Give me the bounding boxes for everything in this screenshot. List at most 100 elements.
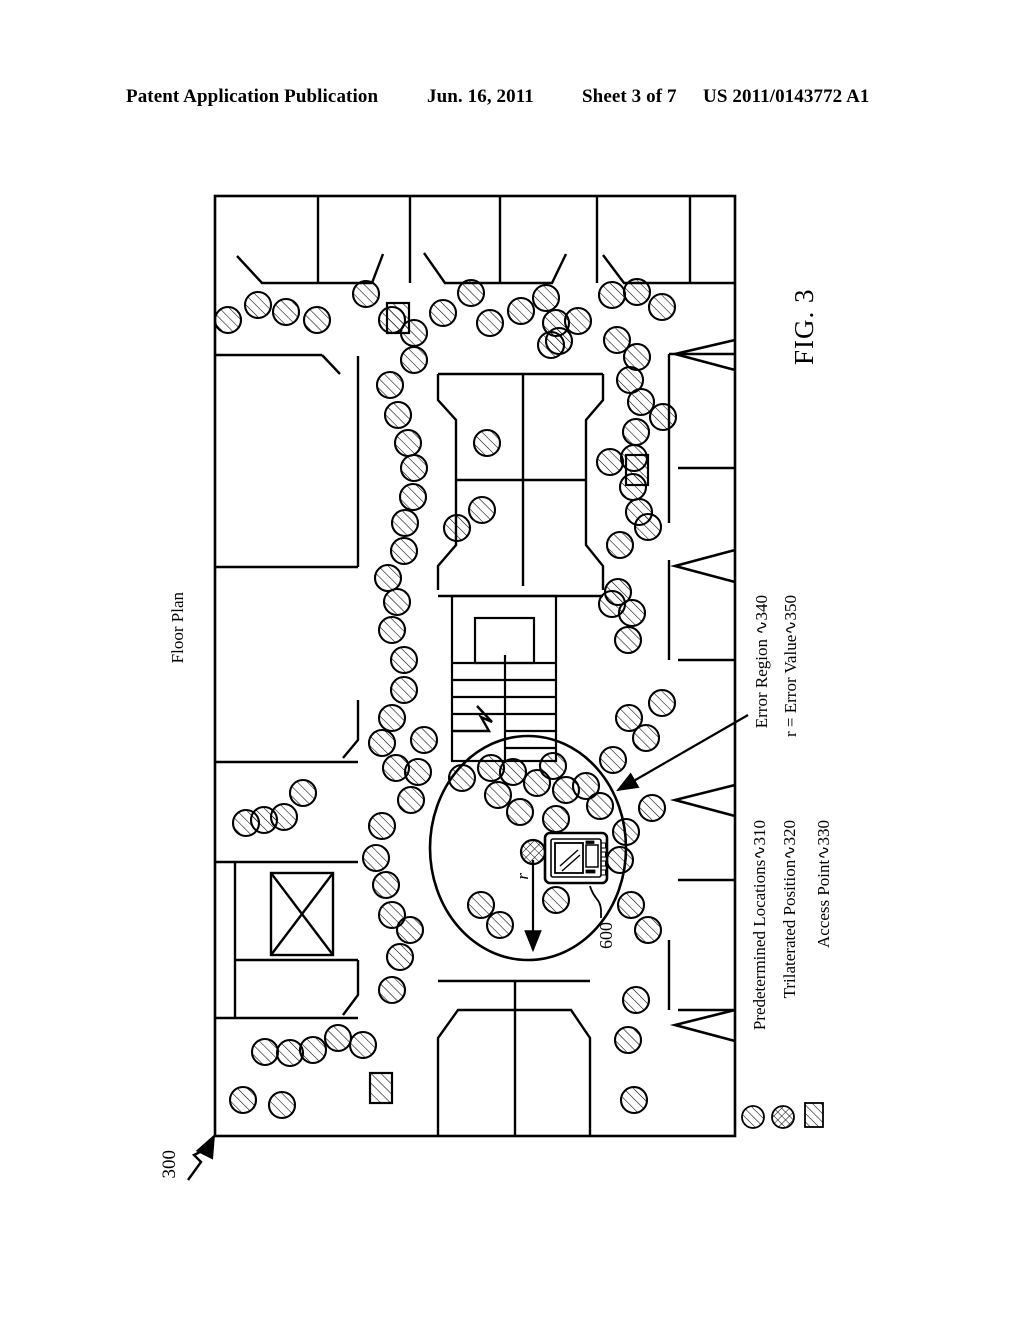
legend-label-trilaterated-position: Trilaterated Position∿320 — [780, 820, 799, 999]
predetermined-location-marker — [393, 428, 423, 458]
predetermined-location-marker — [399, 453, 429, 483]
predetermined-location-marker — [506, 296, 536, 326]
predetermined-location-marker — [409, 725, 439, 755]
device-reference-600: 600 — [596, 922, 616, 949]
floor-plan-label: Floor Plan — [168, 592, 187, 664]
predetermined-location-marker — [541, 804, 571, 834]
access-point-marker — [368, 1071, 394, 1105]
predetermined-location-marker — [398, 482, 428, 512]
trilaterated-position-marker — [519, 838, 547, 866]
predetermined-location-marker — [605, 530, 635, 560]
predetermined-location-marker — [382, 587, 412, 617]
predetermined-location-marker — [621, 417, 651, 447]
predetermined-location-marker — [531, 283, 561, 313]
predetermined-location-marker — [475, 308, 505, 338]
patent-figure-drawing — [187, 194, 749, 1181]
access-point-marker — [385, 301, 411, 335]
annotation-error-region: Error Region ∿340 — [752, 595, 771, 729]
predetermined-location-marker — [498, 757, 528, 787]
predetermined-location-marker — [597, 589, 627, 619]
predetermined-location-marker — [613, 625, 643, 655]
device-ref-leader — [589, 885, 602, 918]
predetermined-location-marker — [485, 910, 515, 940]
predetermined-location-marker — [395, 915, 425, 945]
predetermined-location-marker — [631, 723, 661, 753]
predetermined-location-marker — [637, 793, 667, 823]
predetermined-location-marker — [377, 703, 407, 733]
cross-hatched-circle-icon — [771, 1105, 795, 1129]
drawing-ref-leader — [187, 1133, 216, 1181]
predetermined-location-marker — [213, 305, 243, 335]
entry-chevrons — [669, 338, 736, 1043]
predetermined-location-marker — [371, 870, 401, 900]
predetermined-location-marker — [585, 791, 615, 821]
predetermined-location-marker — [597, 280, 627, 310]
annotation-error-value: r = Error Value∿350 — [781, 595, 800, 738]
predetermined-location-marker — [466, 890, 496, 920]
predetermined-location-marker — [648, 402, 678, 432]
predetermined-location-marker — [633, 512, 663, 542]
predetermined-location-marker — [626, 387, 656, 417]
predetermined-location-marker — [399, 345, 429, 375]
predetermined-location-marker — [647, 292, 677, 322]
predetermined-location-marker — [288, 778, 318, 808]
predetermined-location-marker — [367, 728, 397, 758]
predetermined-location-marker — [361, 843, 391, 873]
predetermined-location-marker — [541, 885, 571, 915]
predetermined-location-marker — [351, 279, 381, 309]
predetermined-location-marker — [373, 563, 403, 593]
predetermined-location-marker — [390, 508, 420, 538]
walls-lower-center — [436, 979, 592, 1136]
legend: Predetermined Locations∿310 Trilaterated… — [736, 820, 846, 1130]
predetermined-location-marker — [538, 751, 568, 781]
predetermined-location-marker — [383, 400, 413, 430]
predetermined-location-marker — [621, 985, 651, 1015]
predetermined-location-marker — [275, 1038, 305, 1068]
predetermined-location-marker — [595, 447, 625, 477]
predetermined-location-marker — [377, 975, 407, 1005]
predetermined-location-marker — [323, 1023, 353, 1053]
diagonal-hatched-circle-icon — [741, 1105, 765, 1129]
predetermined-location-marker — [367, 811, 397, 841]
legend-label-access-point: Access Point∿330 — [814, 820, 833, 949]
predetermined-location-marker — [375, 370, 405, 400]
predetermined-location-marker — [647, 688, 677, 718]
predetermined-location-marker — [616, 890, 646, 920]
access-point-markers — [368, 301, 650, 1105]
predetermined-location-marker — [302, 305, 332, 335]
predetermined-location-marker — [269, 802, 299, 832]
predetermined-location-marker — [243, 290, 273, 320]
predetermined-location-markers — [213, 277, 678, 1120]
walls-lower-left — [216, 700, 360, 1020]
predetermined-location-marker — [456, 278, 486, 308]
predetermined-location-marker — [622, 277, 652, 307]
predetermined-location-marker — [605, 845, 635, 875]
walls-central — [436, 372, 605, 598]
predetermined-location-marker — [472, 428, 502, 458]
predetermined-location-marker — [622, 342, 652, 372]
predetermined-location-marker — [403, 757, 433, 787]
predetermined-location-marker — [348, 1030, 378, 1060]
predetermined-location-marker — [389, 675, 419, 705]
drawing-reference-300: 300 — [159, 1150, 180, 1179]
predetermined-location-marker — [298, 1035, 328, 1065]
predetermined-location-marker — [633, 915, 663, 945]
predetermined-location-marker — [271, 297, 301, 327]
walls-right — [667, 352, 735, 1012]
predetermined-location-marker — [428, 298, 458, 328]
predetermined-location-marker — [389, 645, 419, 675]
predetermined-location-marker — [377, 615, 407, 645]
radius-label: r — [513, 873, 532, 880]
predetermined-location-marker — [544, 326, 574, 356]
predetermined-location-marker — [619, 1085, 649, 1115]
predetermined-location-marker — [228, 1085, 258, 1115]
predetermined-location-marker — [267, 1090, 297, 1120]
predetermined-location-marker — [613, 1025, 643, 1055]
diagonal-hatched-square-icon — [804, 1102, 824, 1128]
floor-plan-outline — [213, 194, 737, 1138]
handheld-device-icon — [543, 831, 609, 885]
predetermined-location-marker — [250, 1037, 280, 1067]
predetermined-location-marker — [467, 495, 497, 525]
predetermined-location-marker — [505, 797, 535, 827]
legend-label-predetermined-locations: Predetermined Locations∿310 — [750, 820, 769, 1031]
